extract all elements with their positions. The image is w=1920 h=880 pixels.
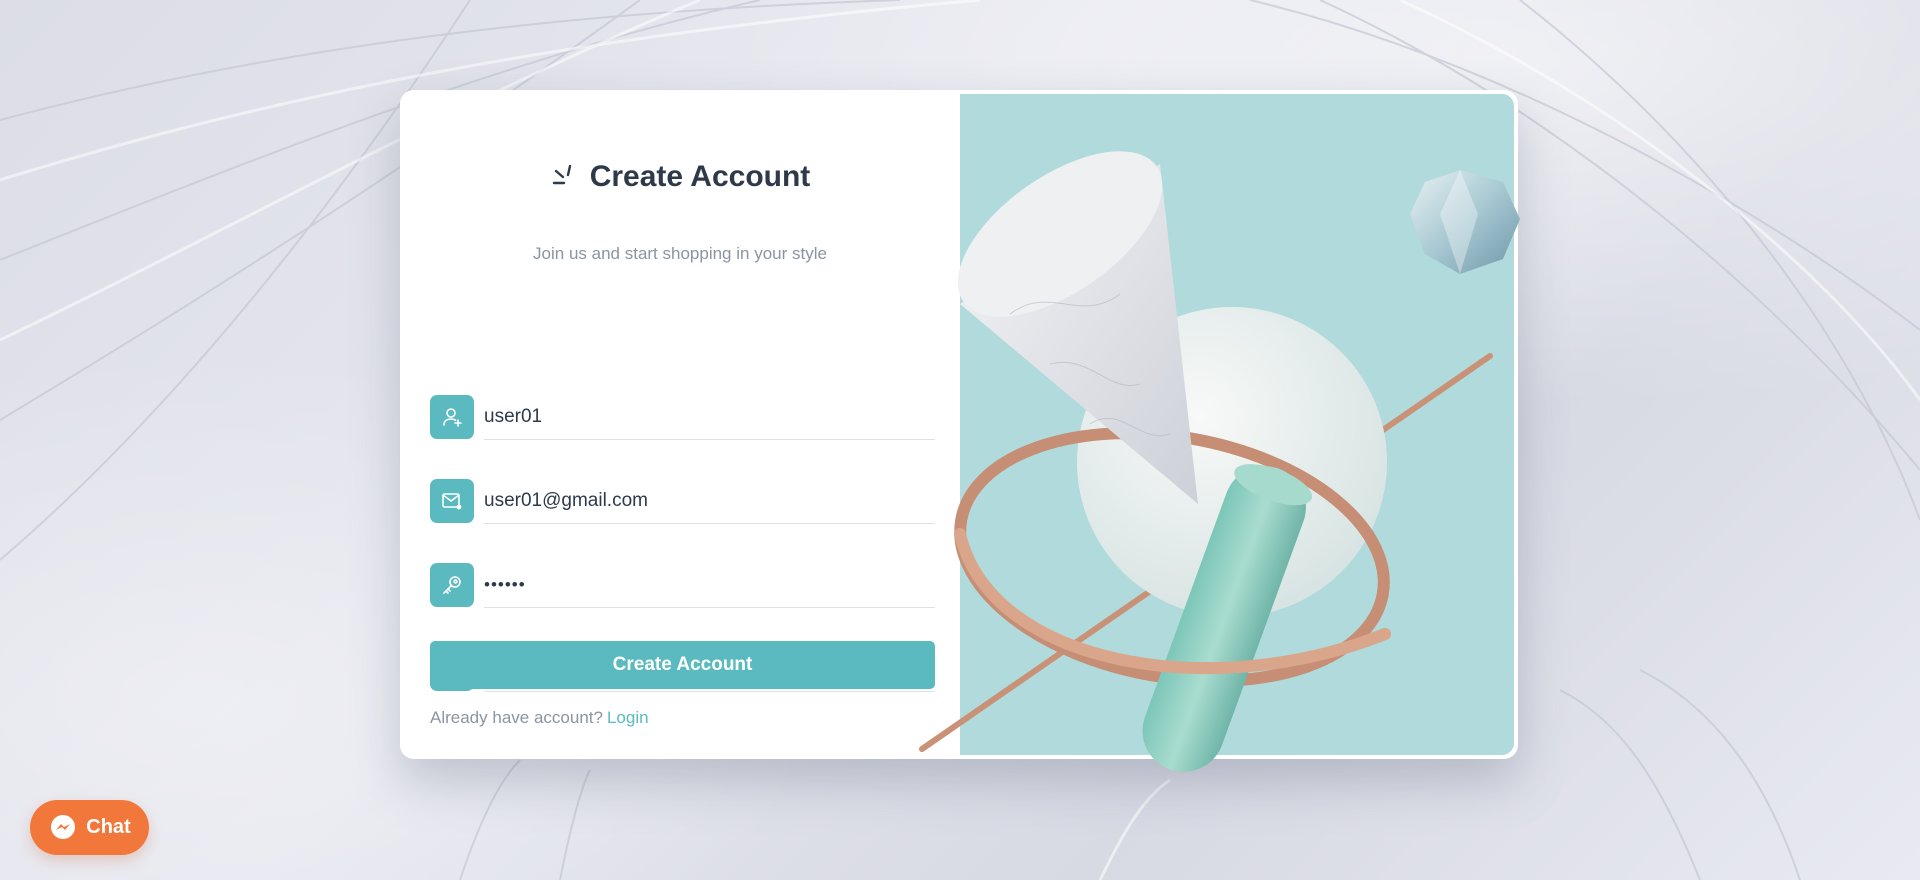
sparkle-icon [552, 164, 571, 185]
page-subtitle: Join us and start shopping in your style [533, 244, 827, 263]
login-prompt-text: Already have account? [430, 708, 603, 727]
password-field [430, 563, 935, 609]
hero-illustration-panel [919, 94, 1520, 772]
login-link[interactable]: Login [607, 708, 649, 727]
chat-label: Chat [86, 816, 131, 838]
chat-button[interactable]: Chat [30, 800, 149, 855]
key-icon [430, 563, 474, 607]
username-input[interactable] [484, 395, 935, 440]
abstract-3d-illustration [919, 151, 1520, 772]
create-account-button[interactable]: Create Account [430, 641, 935, 689]
email-field [430, 479, 935, 525]
username-field [430, 395, 935, 441]
title-row: Create Account [400, 160, 960, 194]
page-title: Create Account [589, 160, 811, 193]
password-input[interactable] [484, 563, 935, 608]
messenger-icon [51, 814, 76, 839]
mail-icon [430, 479, 474, 523]
user-plus-icon [430, 395, 474, 439]
email-input[interactable] [484, 479, 935, 524]
login-prompt: Already have account? Login [430, 708, 649, 728]
signup-card: Create Account Join us and start shoppin… [400, 90, 1520, 772]
signup-form-panel: Create Account Join us and start shoppin… [400, 90, 960, 759]
